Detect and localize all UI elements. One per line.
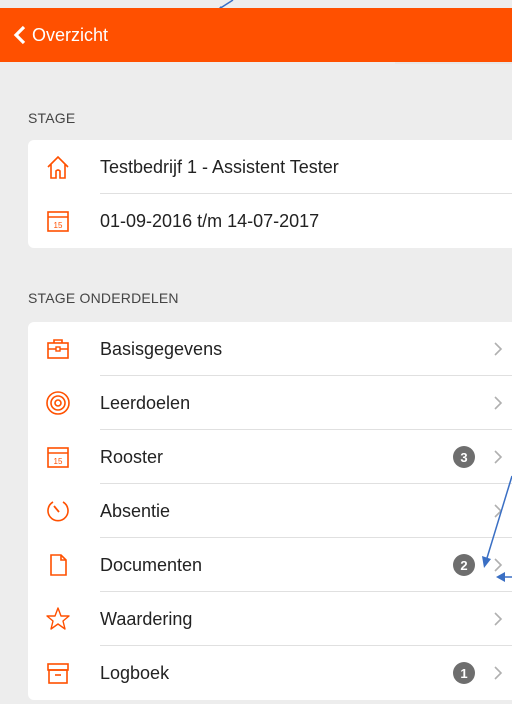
list-item-label: Leerdoelen bbox=[100, 392, 191, 413]
list-item-label: Documenten bbox=[100, 554, 203, 575]
list-item-label: Logboek bbox=[100, 662, 170, 683]
stage-company: Testbedrijf 1 - Assistent Tester bbox=[100, 156, 339, 177]
chevron-right-icon bbox=[494, 612, 503, 626]
chevron-right-icon bbox=[494, 396, 503, 410]
count-badge: 2 bbox=[453, 554, 475, 576]
list-item-absentie[interactable]: Absentie bbox=[28, 484, 512, 538]
star-icon bbox=[45, 606, 71, 632]
back-button[interactable]: Overzicht bbox=[0, 8, 108, 62]
header-underline bbox=[395, 62, 512, 64]
home-icon bbox=[45, 154, 71, 180]
list-item-label: Absentie bbox=[100, 500, 171, 521]
calendar-icon: 15 bbox=[45, 444, 71, 470]
svg-text:15: 15 bbox=[54, 221, 63, 230]
list-item-rooster[interactable]: 15 Rooster 3 bbox=[28, 430, 512, 484]
section-label-onderdelen: STAGE ONDERDELEN bbox=[28, 290, 179, 306]
svg-text:15: 15 bbox=[54, 457, 63, 466]
chevron-right-icon bbox=[494, 450, 503, 464]
briefcase-icon bbox=[45, 336, 71, 362]
chevron-right-icon bbox=[494, 666, 503, 680]
list-item-label: Rooster bbox=[100, 446, 164, 467]
list-item-label: Basisgegevens bbox=[100, 338, 223, 359]
stage-card: Testbedrijf 1 - Assistent Tester 15 01-0… bbox=[28, 140, 512, 248]
list-item-waardering[interactable]: Waardering bbox=[28, 592, 512, 646]
list-item-logboek[interactable]: Logboek 1 bbox=[28, 646, 512, 700]
top-navigation-bar: Overzicht bbox=[0, 8, 512, 64]
target-icon bbox=[45, 390, 71, 416]
list-item-documenten[interactable]: Documenten 2 bbox=[28, 538, 512, 592]
list-item-label: Waardering bbox=[100, 608, 193, 629]
onderdelen-card: Basisgegevens Leerdoelen 15 Rooster 3 Ab… bbox=[28, 322, 512, 700]
stage-period-row: 15 01-09-2016 t/m 14-07-2017 bbox=[28, 194, 512, 248]
annotation-arrows-documenten bbox=[482, 475, 512, 582]
archive-icon bbox=[45, 660, 71, 686]
document-icon bbox=[45, 552, 71, 578]
section-label-stage: STAGE bbox=[28, 110, 76, 126]
back-button-label: Overzicht bbox=[32, 24, 109, 45]
stage-period: 01-09-2016 t/m 14-07-2017 bbox=[100, 210, 320, 231]
calendar-icon: 15 bbox=[45, 208, 71, 234]
list-item-basisgegevens[interactable]: Basisgegevens bbox=[28, 322, 512, 376]
stage-company-row: Testbedrijf 1 - Assistent Tester bbox=[28, 140, 512, 194]
list-item-leerdoelen[interactable]: Leerdoelen bbox=[28, 376, 512, 430]
count-badge: 1 bbox=[453, 662, 475, 684]
count-badge: 3 bbox=[453, 446, 475, 468]
chevron-left-icon bbox=[13, 25, 26, 45]
timer-icon bbox=[45, 498, 71, 524]
chevron-right-icon bbox=[494, 342, 503, 356]
